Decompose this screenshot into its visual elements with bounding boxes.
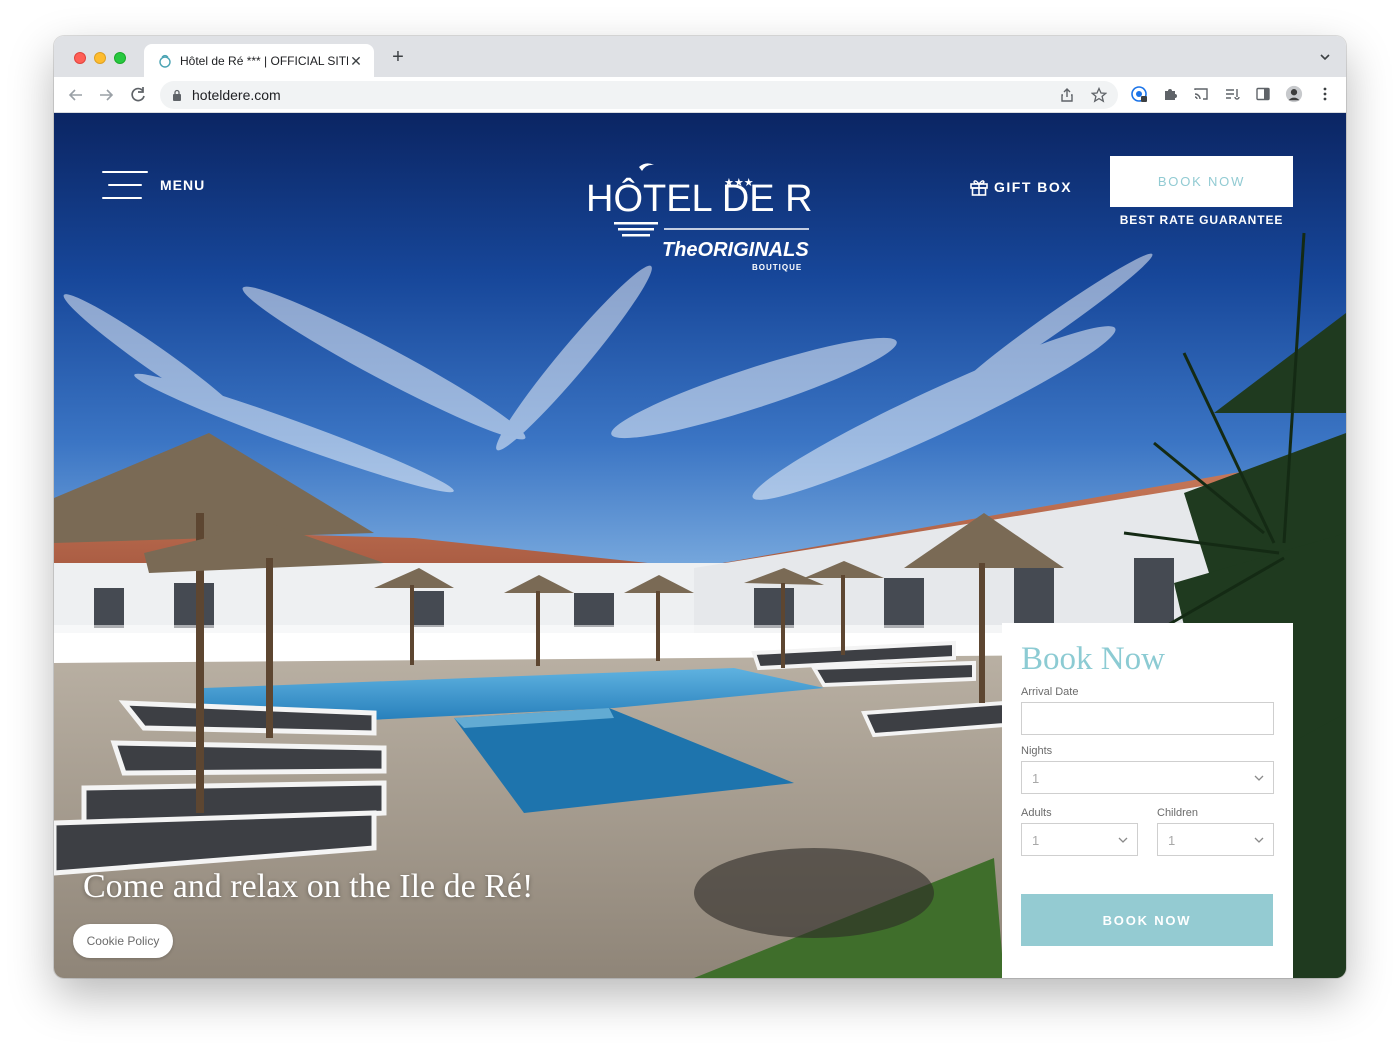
cast-icon[interactable]: [1192, 85, 1210, 103]
minimize-window-button[interactable]: [94, 52, 106, 64]
browser-toolbar: hoteldere.com: [54, 77, 1346, 113]
adults-select[interactable]: 1: [1021, 823, 1138, 856]
url-text: hoteldere.com: [192, 87, 281, 103]
chevron-down-icon: [1254, 775, 1264, 781]
gift-icon: [970, 180, 988, 196]
tab-strip: Hôtel de Ré *** | OFFICIAL SITE ✕ +: [54, 36, 1346, 77]
reload-icon[interactable]: [128, 85, 148, 105]
logo-sub: BOUTIQUE: [752, 263, 802, 272]
best-rate-guarantee-text: BEST RATE GUARANTEE: [1119, 213, 1284, 227]
extension-badge-icon[interactable]: [1130, 85, 1148, 103]
hero-tagline: Come and relax on the Ile de Ré!: [83, 868, 534, 905]
tab-search-chevron-icon[interactable]: [1318, 50, 1332, 64]
address-bar[interactable]: hoteldere.com: [160, 81, 1118, 109]
new-tab-button[interactable]: +: [388, 47, 408, 68]
lock-icon: [173, 89, 181, 101]
children-value: 1: [1168, 833, 1176, 848]
tab-title: Hôtel de Ré *** | OFFICIAL SITE: [180, 53, 348, 68]
nights-label: Nights: [1021, 745, 1053, 757]
profile-avatar-icon[interactable]: [1285, 85, 1303, 103]
arrival-date-input[interactable]: [1021, 702, 1274, 735]
tab-active[interactable]: Hôtel de Ré *** | OFFICIAL SITE ✕: [144, 44, 374, 77]
logo-stars: ★★★: [724, 177, 754, 189]
nights-select[interactable]: 1: [1021, 761, 1274, 794]
arrival-date-label: Arrival Date: [1021, 686, 1079, 698]
more-menu-icon[interactable]: [1316, 85, 1334, 103]
extensions-puzzle-icon[interactable]: [1161, 85, 1179, 103]
booking-title: Book Now: [1021, 641, 1165, 677]
menu-button[interactable]: MENU: [102, 171, 205, 199]
logo-brand: TheORIGINALS: [662, 239, 809, 261]
website: MENU HÔTEL DE RÉ ★★★ TheORIGINALS BOUTIQ…: [54, 113, 1346, 978]
logo-mark-icon: HÔTEL DE RÉ ★★★ TheORIGINALS BOUTIQUE: [586, 163, 838, 272]
children-label: Children: [1157, 807, 1198, 819]
hamburger-icon: [102, 171, 148, 199]
close-window-button[interactable]: [74, 52, 86, 64]
logo-name: HÔTEL DE RÉ: [586, 176, 814, 220]
book-now-submit-button[interactable]: BOOK NOW: [1021, 894, 1273, 946]
adults-value: 1: [1032, 833, 1040, 848]
share-icon[interactable]: [1058, 86, 1076, 104]
tab-close-icon[interactable]: ✕: [348, 53, 364, 69]
children-select[interactable]: 1: [1157, 823, 1274, 856]
cookie-policy-button[interactable]: Cookie Policy: [73, 924, 173, 958]
reading-list-icon[interactable]: [1223, 85, 1241, 103]
gift-box-link[interactable]: GIFT BOX: [969, 177, 1072, 197]
nights-value: 1: [1032, 771, 1040, 786]
back-arrow-icon[interactable]: [66, 85, 86, 105]
adults-label: Adults: [1021, 807, 1052, 819]
book-now-header-button[interactable]: BOOK NOW: [1110, 156, 1293, 207]
favicon-icon: [158, 54, 172, 68]
gift-box-label: GIFT BOX: [994, 179, 1073, 195]
chevron-down-icon: [1118, 837, 1128, 843]
maximize-window-button[interactable]: [114, 52, 126, 64]
chevron-down-icon: [1254, 837, 1264, 843]
bookmark-star-icon[interactable]: [1090, 86, 1108, 104]
side-panel-icon[interactable]: [1254, 85, 1272, 103]
booking-panel: Book Now Arrival Date Nights 1 Adults 1: [1002, 623, 1293, 978]
menu-label: MENU: [160, 177, 206, 193]
forward-arrow-icon[interactable]: [96, 85, 116, 105]
hotel-logo[interactable]: HÔTEL DE RÉ ★★★ TheORIGINALS BOUTIQUE: [584, 159, 838, 277]
browser-window: Hôtel de Ré *** | OFFICIAL SITE ✕ + hote…: [54, 36, 1346, 978]
